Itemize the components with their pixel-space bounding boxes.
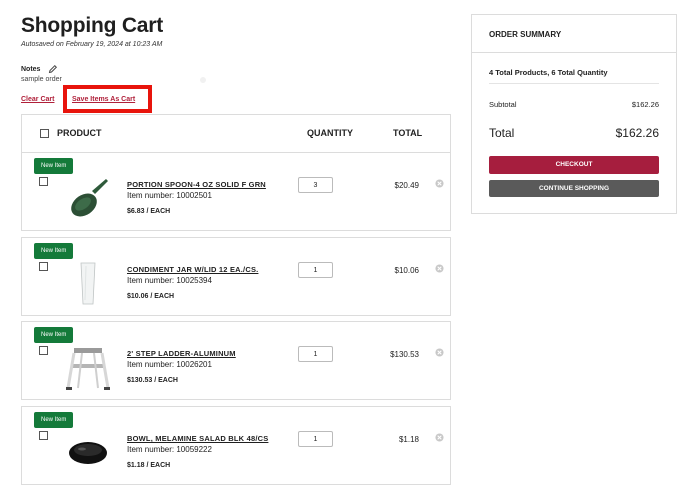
item-checkbox[interactable] (39, 262, 48, 271)
item-number: Item number: 10059222 (127, 445, 212, 454)
summary-counts: 4 Total Products, 6 Total Quantity (489, 68, 608, 77)
item-unit-price: $1.18 / EACH (127, 462, 171, 469)
product-column-header: PRODUCT (57, 128, 102, 138)
page-title: Shopping Cart (21, 14, 164, 37)
remove-item-icon[interactable] (435, 433, 444, 442)
cart-item: New Item PORTION SPOON-4 OZ SOLID F GRN … (21, 152, 451, 231)
remove-item-icon[interactable] (435, 264, 444, 273)
clear-glass-jar-icon (62, 260, 114, 308)
item-number: Item number: 10025394 (127, 276, 212, 285)
cart-item: New Item 2' STEP LADDER-ALUMINUM Item nu… (21, 321, 451, 400)
total-label: Total (489, 126, 515, 140)
continue-shopping-button[interactable]: CONTINUE SHOPPING (489, 180, 659, 197)
summary-title: ORDER SUMMARY (489, 30, 562, 39)
quantity-input[interactable] (298, 431, 333, 447)
order-summary-panel: ORDER SUMMARY 4 Total Products, 6 Total … (471, 14, 677, 214)
item-total: $20.49 (394, 181, 419, 190)
cart-table-header: PRODUCT QUANTITY TOTAL (21, 114, 451, 152)
item-number: Item number: 10002501 (127, 191, 212, 200)
new-item-badge: New Item (34, 327, 74, 343)
item-name-link[interactable]: 2' STEP LADDER-ALUMINUM (127, 349, 236, 358)
item-total: $130.53 (390, 350, 419, 359)
item-total: $1.18 (398, 435, 419, 444)
pencil-icon[interactable] (48, 64, 58, 74)
item-total: $10.06 (394, 266, 419, 275)
remove-item-icon[interactable] (435, 348, 444, 357)
quantity-input[interactable] (298, 346, 333, 362)
item-name-link[interactable]: CONDIMENT JAR W/LID 12 EA./CS. (127, 265, 258, 274)
item-checkbox[interactable] (39, 431, 48, 440)
select-all-checkbox[interactable] (40, 129, 49, 138)
new-item-badge: New Item (34, 243, 74, 259)
subtotal-value: $162.26 (631, 100, 659, 109)
autosave-text: Autosaved on February 19, 2024 at 10:23 … (21, 41, 163, 48)
remove-item-icon[interactable] (435, 179, 444, 188)
checkout-button[interactable]: CHECKOUT (489, 156, 659, 174)
quantity-input[interactable] (298, 177, 333, 193)
decorative-dot (200, 77, 206, 83)
step-ladder-icon (62, 344, 114, 392)
quantity-input[interactable] (298, 262, 333, 278)
item-checkbox[interactable] (39, 346, 48, 355)
notes-value: sample order (21, 76, 62, 83)
item-name-link[interactable]: BOWL, MELAMINE SALAD BLK 48/CS (127, 434, 268, 443)
new-item-badge: New Item (34, 158, 74, 174)
item-unit-price: $130.53 / EACH (127, 377, 178, 384)
green-portion-spoon-icon (62, 175, 114, 223)
clear-cart-link[interactable]: Clear Cart (21, 96, 54, 103)
notes-label: Notes (21, 66, 41, 73)
quantity-column-header: QUANTITY (307, 128, 353, 138)
new-item-badge: New Item (34, 412, 74, 428)
item-name-link[interactable]: PORTION SPOON-4 OZ SOLID F GRN (127, 180, 266, 189)
summary-divider (472, 52, 676, 53)
total-value: $162.26 (615, 126, 659, 140)
item-checkbox[interactable] (39, 177, 48, 186)
item-unit-price: $10.06 / EACH (127, 293, 175, 300)
item-number: Item number: 10026201 (127, 360, 212, 369)
subtotal-label: Subtotal (489, 100, 517, 109)
cart-item: New Item CONDIMENT JAR W/LID 12 EA./CS. … (21, 237, 451, 316)
summary-divider-inner (489, 83, 659, 84)
cart-item: New Item BOWL, MELAMINE SALAD BLK 48/CS … (21, 406, 451, 485)
total-column-header: TOTAL (393, 128, 423, 138)
item-unit-price: $6.83 / EACH (127, 208, 171, 215)
save-as-cart-link[interactable]: Save Items As Cart (72, 96, 135, 103)
black-bowl-icon (62, 429, 114, 477)
